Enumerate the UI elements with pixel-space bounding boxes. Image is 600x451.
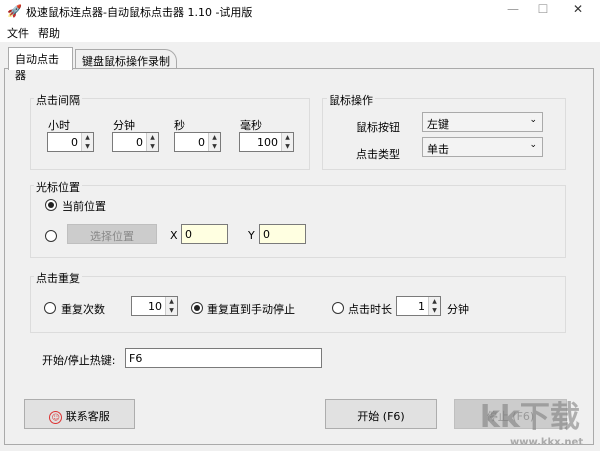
chevron-down-icon: ⌄ [529, 140, 537, 150]
repeat-times-value: 10 [148, 300, 162, 313]
repeat-label: 点击重复 [34, 270, 82, 286]
rocket-app-icon: 🚀 [7, 4, 22, 18]
ms-label: 毫秒 [240, 119, 262, 132]
tab-auto-clicker[interactable]: 自动点击器 [8, 47, 73, 82]
hour-value: 0 [71, 136, 78, 149]
x-label: X [170, 229, 178, 242]
mouse-button-value: 左键 [427, 118, 449, 131]
contact-support-button[interactable]: ☺ 联系客服 [24, 399, 135, 429]
menu-bar: 文件 帮助 [0, 22, 600, 42]
minute-stepper[interactable]: 0 ▲ ▼ [112, 132, 159, 152]
chevron-down-icon: ⌄ [529, 115, 537, 125]
cursor-label: 光标位置 [34, 179, 82, 195]
watermark-logo: kk下载 [480, 400, 580, 435]
title-bar: 🚀 极速鼠标连点器-自动鼠标点击器 1.10 -试用版 — ☐ ✕ [0, 0, 600, 22]
minute-value: 0 [136, 136, 143, 149]
repeat-times-radio[interactable] [44, 302, 56, 314]
click-type-value: 单击 [427, 143, 449, 156]
stepper-arrows-icon[interactable]: ▲ ▼ [208, 133, 220, 151]
second-value: 0 [198, 136, 205, 149]
hotkey-input[interactable]: F6 [125, 348, 322, 368]
repeat-until-stop-radio[interactable] [191, 302, 203, 314]
click-type-select[interactable]: 单击 ⌄ [422, 137, 543, 157]
repeat-times-label: 重复次数 [61, 303, 105, 316]
minute-label: 分钟 [113, 119, 135, 132]
hour-label: 小时 [48, 119, 70, 132]
select-position-button[interactable]: 选择位置 [67, 224, 157, 244]
interval-label: 点击间隔 [34, 92, 82, 108]
repeat-until-stop-label: 重复直到手动停止 [207, 303, 295, 316]
start-button[interactable]: 开始 (F6) [325, 399, 437, 429]
cursor-group [30, 185, 566, 258]
stepper-arrows-icon[interactable]: ▲ ▼ [165, 297, 177, 315]
stepper-arrows-icon[interactable]: ▲ ▼ [428, 297, 440, 315]
duration-value: 1 [418, 300, 425, 313]
repeat-times-stepper[interactable]: 10 ▲ ▼ [131, 296, 178, 316]
ms-value: 100 [257, 136, 278, 149]
duration-unit: 分钟 [447, 303, 469, 316]
mouse-label: 鼠标操作 [327, 92, 375, 108]
tab-record[interactable]: 键盘鼠标操作录制 [75, 49, 177, 69]
window-title: 极速鼠标连点器-自动鼠标点击器 1.10 -试用版 [26, 6, 253, 19]
duration-radio[interactable] [332, 302, 344, 314]
contact-label: 联系客服 [65, 410, 110, 423]
stepper-arrows-icon[interactable]: ▲ ▼ [81, 133, 93, 151]
watermark-url: www.kkx.net [510, 437, 584, 448]
current-position-radio[interactable] [45, 199, 57, 211]
second-stepper[interactable]: 0 ▲ ▼ [174, 132, 221, 152]
second-label: 秒 [174, 119, 185, 132]
duration-stepper[interactable]: 1 ▲ ▼ [396, 296, 441, 316]
stepper-arrows-icon[interactable]: ▲ ▼ [281, 133, 293, 151]
menu-file[interactable]: 文件 [7, 25, 29, 41]
close-button[interactable]: ✕ [563, 2, 593, 20]
user-circle-icon: ☺ [49, 410, 63, 424]
click-type-label: 点击类型 [356, 148, 400, 161]
menu-help[interactable]: 帮助 [38, 25, 60, 41]
stepper-arrows-icon[interactable]: ▲ ▼ [146, 133, 158, 151]
duration-label: 点击时长 [348, 303, 392, 316]
maximize-button[interactable]: ☐ [528, 2, 558, 20]
hotkey-label: 开始/停止热键: [42, 354, 116, 367]
y-input[interactable]: 0 [259, 224, 306, 244]
ms-stepper[interactable]: 100 ▲ ▼ [239, 132, 294, 152]
hour-stepper[interactable]: 0 ▲ ▼ [47, 132, 94, 152]
mouse-button-label: 鼠标按钮 [356, 121, 400, 134]
current-position-label: 当前位置 [62, 200, 106, 213]
repeat-group [30, 276, 566, 333]
custom-position-radio[interactable] [45, 230, 57, 242]
x-input[interactable]: 0 [181, 224, 228, 244]
minimize-button[interactable]: — [498, 2, 528, 20]
y-label: Y [248, 229, 255, 242]
mouse-button-select[interactable]: 左键 ⌄ [422, 112, 543, 132]
